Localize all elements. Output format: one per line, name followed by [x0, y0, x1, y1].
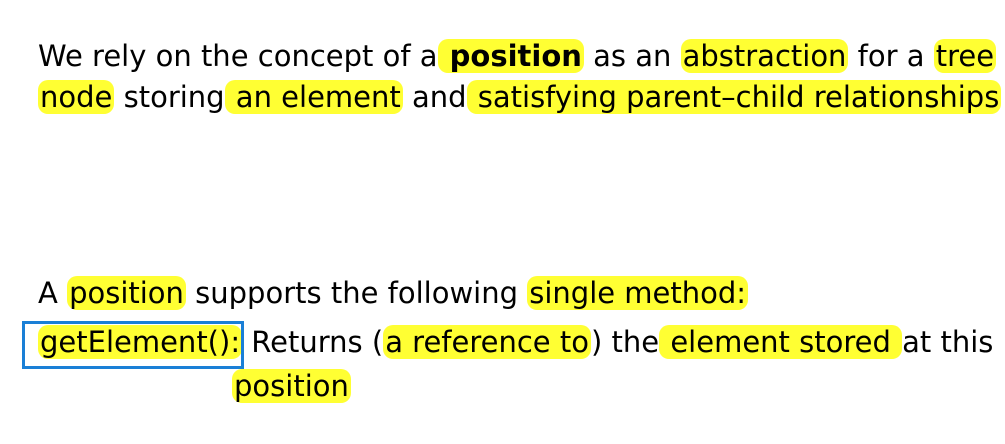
intro-line-2: node storing an element and satisfying p… — [38, 77, 1002, 118]
intro-text: and — [402, 80, 467, 114]
intro-text: as an — [583, 39, 681, 73]
highlight-tree: tree — [933, 39, 997, 73]
highlight-position: position — [67, 276, 186, 310]
highlight-reference: a reference to — [383, 325, 591, 359]
highlight-an-element: an element — [224, 80, 403, 114]
method-line: getElement(): Returns (a reference to) t… — [38, 322, 993, 363]
method-intro-text: supports the following — [185, 276, 528, 310]
slide-page: { "paragraph1": { "line1": { "seg1": "We… — [0, 0, 1005, 444]
highlight-single-method: single method: — [527, 276, 749, 310]
method-line-continuation: position — [232, 366, 351, 407]
intro-line-1: We rely on the concept of a position as … — [38, 36, 1001, 77]
highlight-position: position — [437, 39, 584, 73]
intro-text: storing — [114, 80, 225, 114]
highlight-node: node — [38, 80, 115, 114]
method-intro-paragraph: A position supports the following single… — [38, 273, 749, 314]
highlight-relationships: satisfying parent–child relationships — [466, 80, 1002, 114]
highlight-abstraction: abstraction — [680, 39, 849, 73]
method-desc-text: Returns ( — [242, 325, 384, 359]
highlight-element-stored: element stored — [659, 325, 903, 359]
intro-text: We rely on the concept of a — [38, 39, 438, 73]
method-intro-text: A — [38, 276, 68, 310]
highlight-position: position — [232, 369, 351, 403]
method-desc-text: ) the — [590, 325, 660, 359]
intro-paragraph: We rely on the concept of a position as … — [38, 36, 1002, 118]
method-name: getElement(): — [38, 325, 243, 359]
intro-text: for a — [848, 39, 934, 73]
method-desc-text: at this — [902, 325, 994, 359]
